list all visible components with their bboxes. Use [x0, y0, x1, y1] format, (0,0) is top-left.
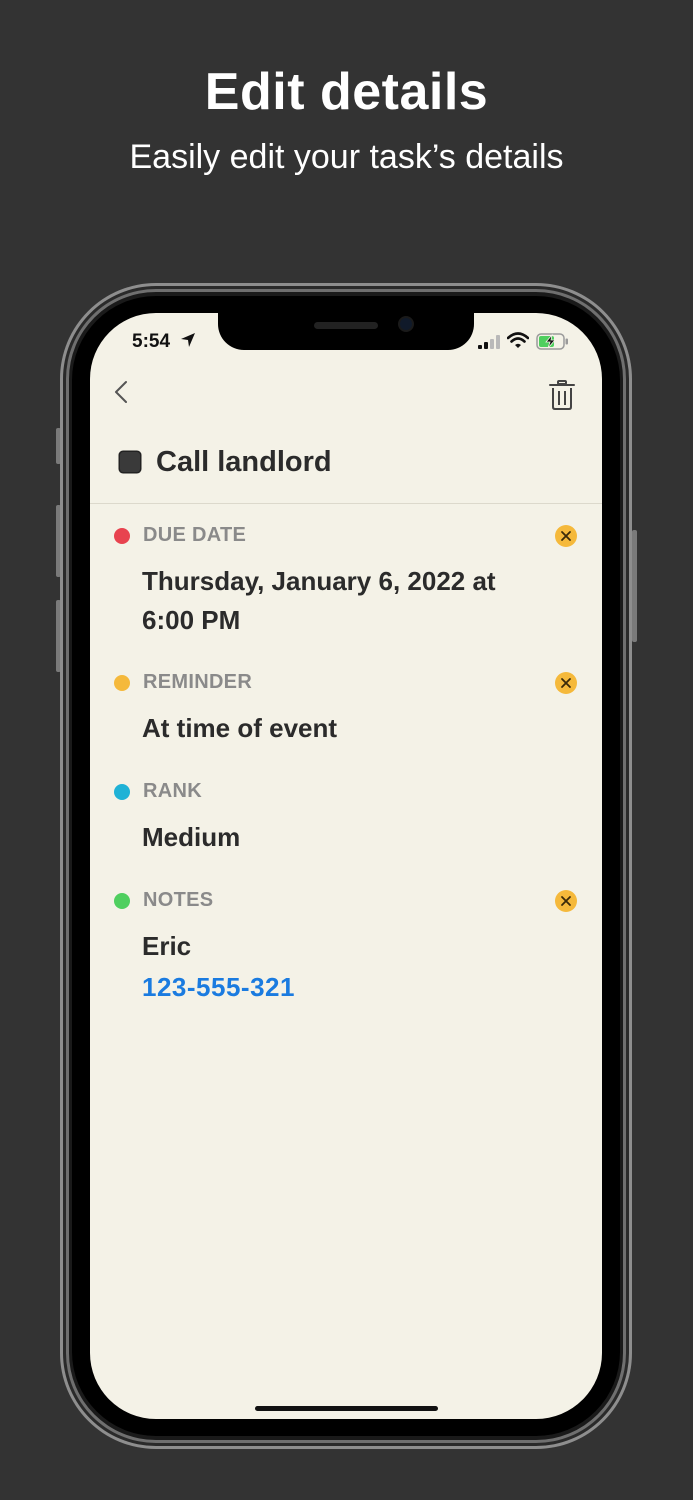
- app-screen: 5:54 Call landlord DUE DATE Thursday, Ja…: [90, 313, 602, 1419]
- battery-charging-icon: [536, 333, 568, 350]
- section-notes[interactable]: NOTES Eric 123-555-321: [114, 889, 584, 1009]
- task-title-row: Call landlord: [118, 446, 578, 484]
- due-date-value-line2: 6:00 PM: [142, 605, 241, 635]
- clear-reminder-button[interactable]: [555, 672, 577, 694]
- close-icon: [561, 678, 571, 688]
- section-rank[interactable]: RANK Medium: [114, 780, 584, 860]
- section-due-date[interactable]: DUE DATE Thursday, January 6, 2022 at 6:…: [114, 524, 584, 644]
- home-indicator[interactable]: [255, 1406, 438, 1411]
- close-icon: [561, 896, 571, 906]
- status-time: 5:54: [132, 331, 171, 352]
- notes-dot: [114, 893, 130, 909]
- due-date-label: DUE DATE: [143, 524, 247, 546]
- trash-icon[interactable]: [548, 379, 576, 411]
- front-camera: [400, 318, 412, 330]
- rank-value: Medium: [142, 822, 241, 852]
- due-date-dot: [114, 528, 130, 544]
- task-checkbox[interactable]: [120, 452, 140, 472]
- section-reminder[interactable]: REMINDER At time of event: [114, 671, 584, 751]
- divider: [90, 503, 602, 504]
- reminder-value: At time of event: [142, 713, 338, 743]
- notch: [218, 313, 474, 350]
- back-chevron-icon[interactable]: [112, 379, 136, 407]
- reminder-dot: [114, 675, 130, 691]
- due-date-value-line1: Thursday, January 6, 2022 at: [142, 566, 496, 596]
- notes-label: NOTES: [143, 889, 214, 911]
- phone-side-button: [632, 530, 637, 642]
- promo-headline: Edit details: [204, 63, 489, 121]
- promo-subline: Easily edit your task’s details: [129, 138, 564, 176]
- task-title[interactable]: Call landlord: [156, 446, 332, 479]
- wifi-icon: [507, 332, 529, 348]
- rank-label: RANK: [143, 780, 202, 802]
- reminder-label: REMINDER: [143, 671, 253, 693]
- close-icon: [561, 531, 571, 541]
- speaker: [314, 322, 378, 329]
- clear-notes-button[interactable]: [555, 890, 577, 912]
- clear-due-date-button[interactable]: [555, 525, 577, 547]
- cellular-signal-icon: [478, 335, 500, 349]
- notes-phone-link[interactable]: 123-555-321: [142, 972, 295, 1003]
- notes-value: Eric: [142, 931, 192, 961]
- location-arrow-icon: [181, 333, 195, 347]
- rank-dot: [114, 784, 130, 800]
